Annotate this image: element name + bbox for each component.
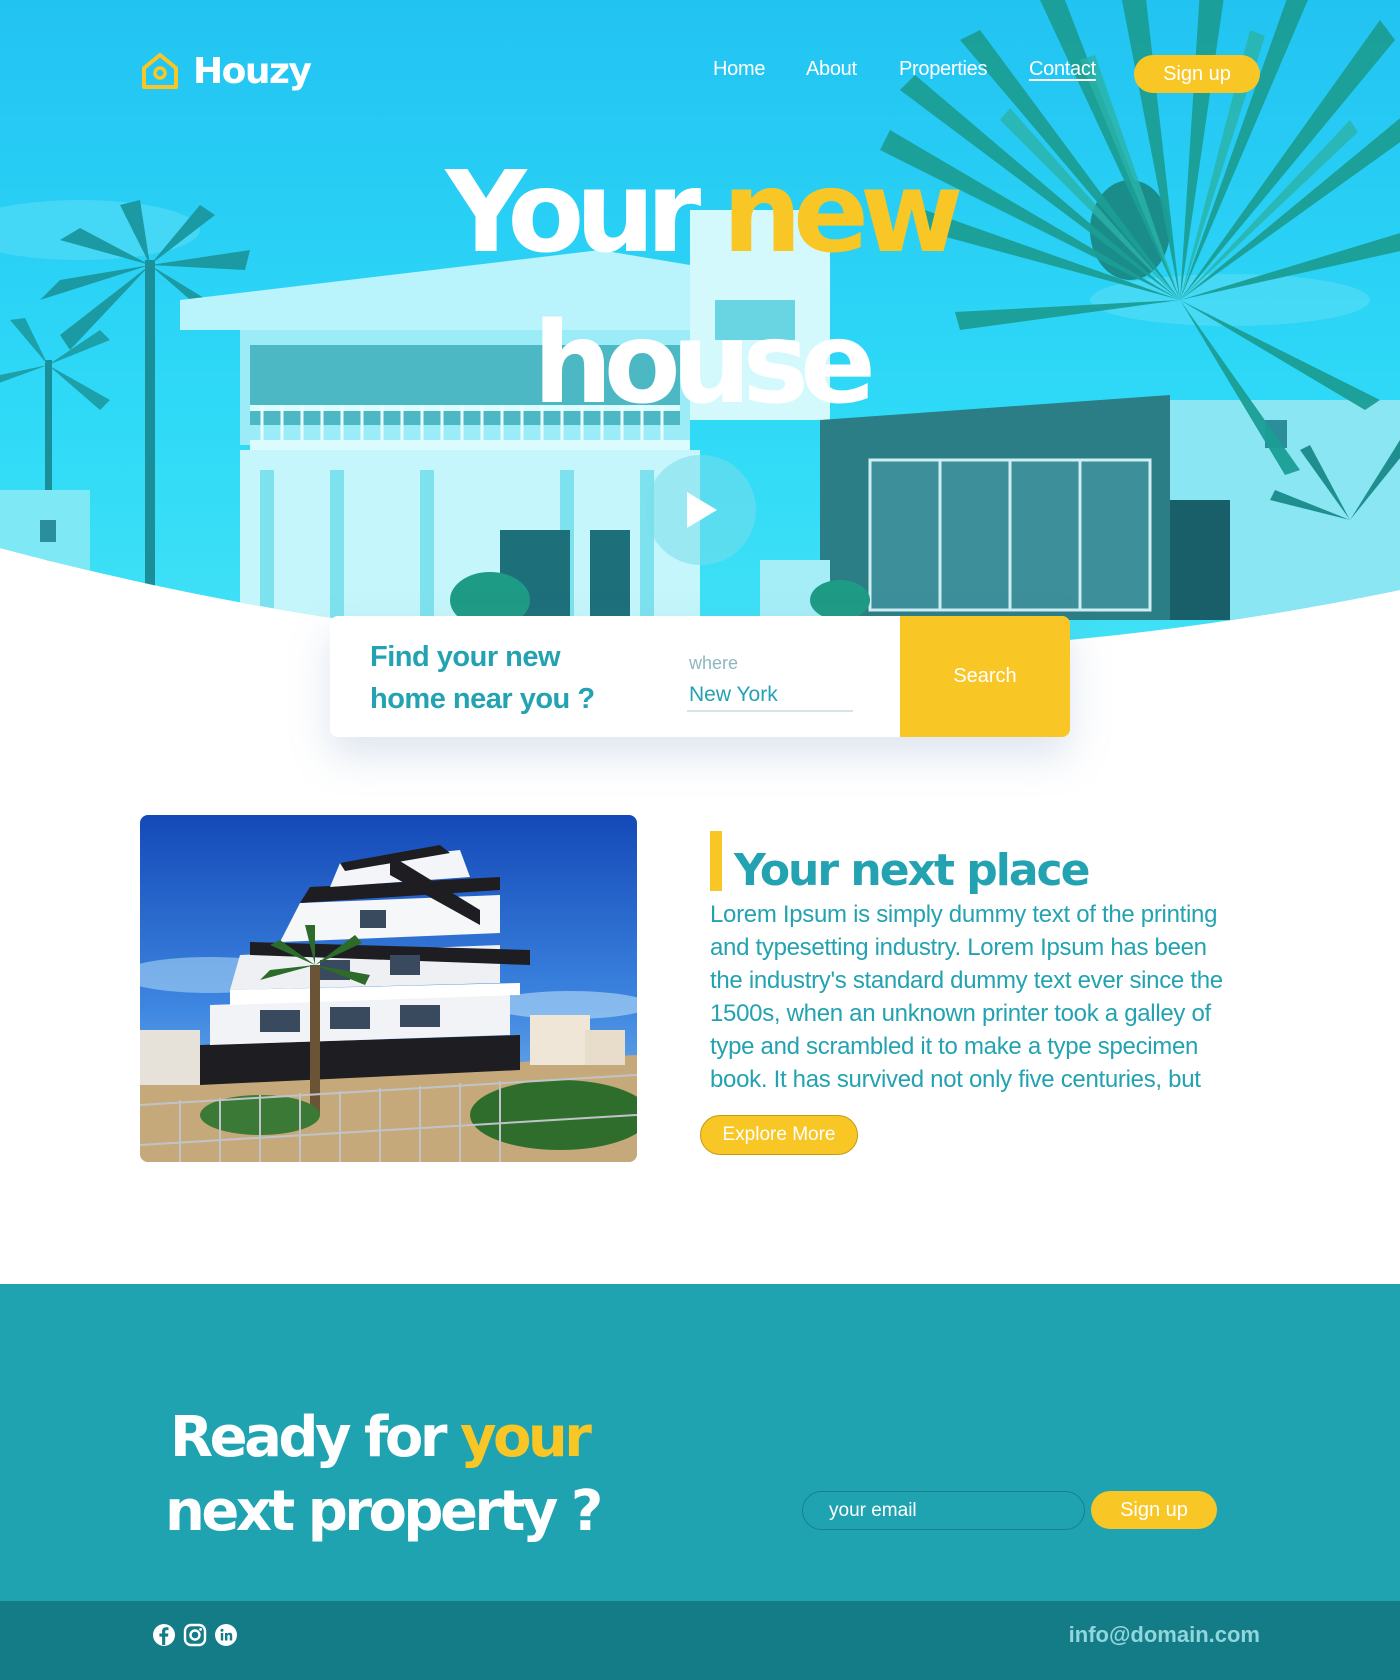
nav-link-properties[interactable]: Properties: [899, 58, 987, 81]
search-question: Find your new home near you ?: [370, 641, 595, 715]
hero-title-word: Your: [445, 148, 702, 278]
cta-title-accent-word: your: [459, 1405, 592, 1470]
feature-property-image: [140, 815, 637, 1162]
title-accent-bar: [710, 831, 722, 891]
where-input[interactable]: [687, 680, 853, 712]
social-links: [152, 1623, 238, 1647]
cta-title-word: Ready for: [170, 1405, 447, 1470]
hero-title-line1: Your new: [0, 157, 1400, 269]
hero-title-accent-word: new: [722, 148, 963, 278]
cta-title-line2: next property ?: [165, 1479, 603, 1544]
email-input[interactable]: [802, 1491, 1085, 1530]
top-navigation: Houzy Home About Properties Contact Sign…: [0, 0, 1400, 150]
play-video-button[interactable]: [646, 455, 756, 565]
feature-title: Your next place: [734, 845, 1090, 896]
linkedin-icon[interactable]: [214, 1623, 238, 1647]
search-button[interactable]: Search: [900, 616, 1070, 737]
facebook-icon[interactable]: [152, 1623, 176, 1647]
hero-section: Houzy Home About Properties Contact Sign…: [0, 0, 1400, 700]
cta-title-line1: Ready for your: [170, 1410, 592, 1466]
explore-more-button[interactable]: Explore More: [700, 1115, 858, 1155]
nav-link-home[interactable]: Home: [713, 58, 765, 81]
cta-signup-button[interactable]: Sign up: [1091, 1491, 1217, 1529]
feature-description: Lorem Ipsum is simply dummy text of the …: [710, 901, 1223, 1093]
nav-signup-button[interactable]: Sign up: [1134, 55, 1260, 93]
nav-link-contact[interactable]: Contact: [1029, 58, 1096, 81]
play-icon: [687, 492, 717, 528]
apartment-building-photo: [140, 815, 637, 1162]
footer-email-link[interactable]: info@domain.com: [1069, 1622, 1260, 1648]
hero-title-line2: house: [532, 299, 876, 429]
instagram-icon[interactable]: [183, 1623, 207, 1647]
where-label: where: [689, 653, 739, 673]
search-card: Find your new home near you ? where Sear…: [330, 616, 1070, 737]
nav-link-about[interactable]: About: [806, 58, 857, 81]
